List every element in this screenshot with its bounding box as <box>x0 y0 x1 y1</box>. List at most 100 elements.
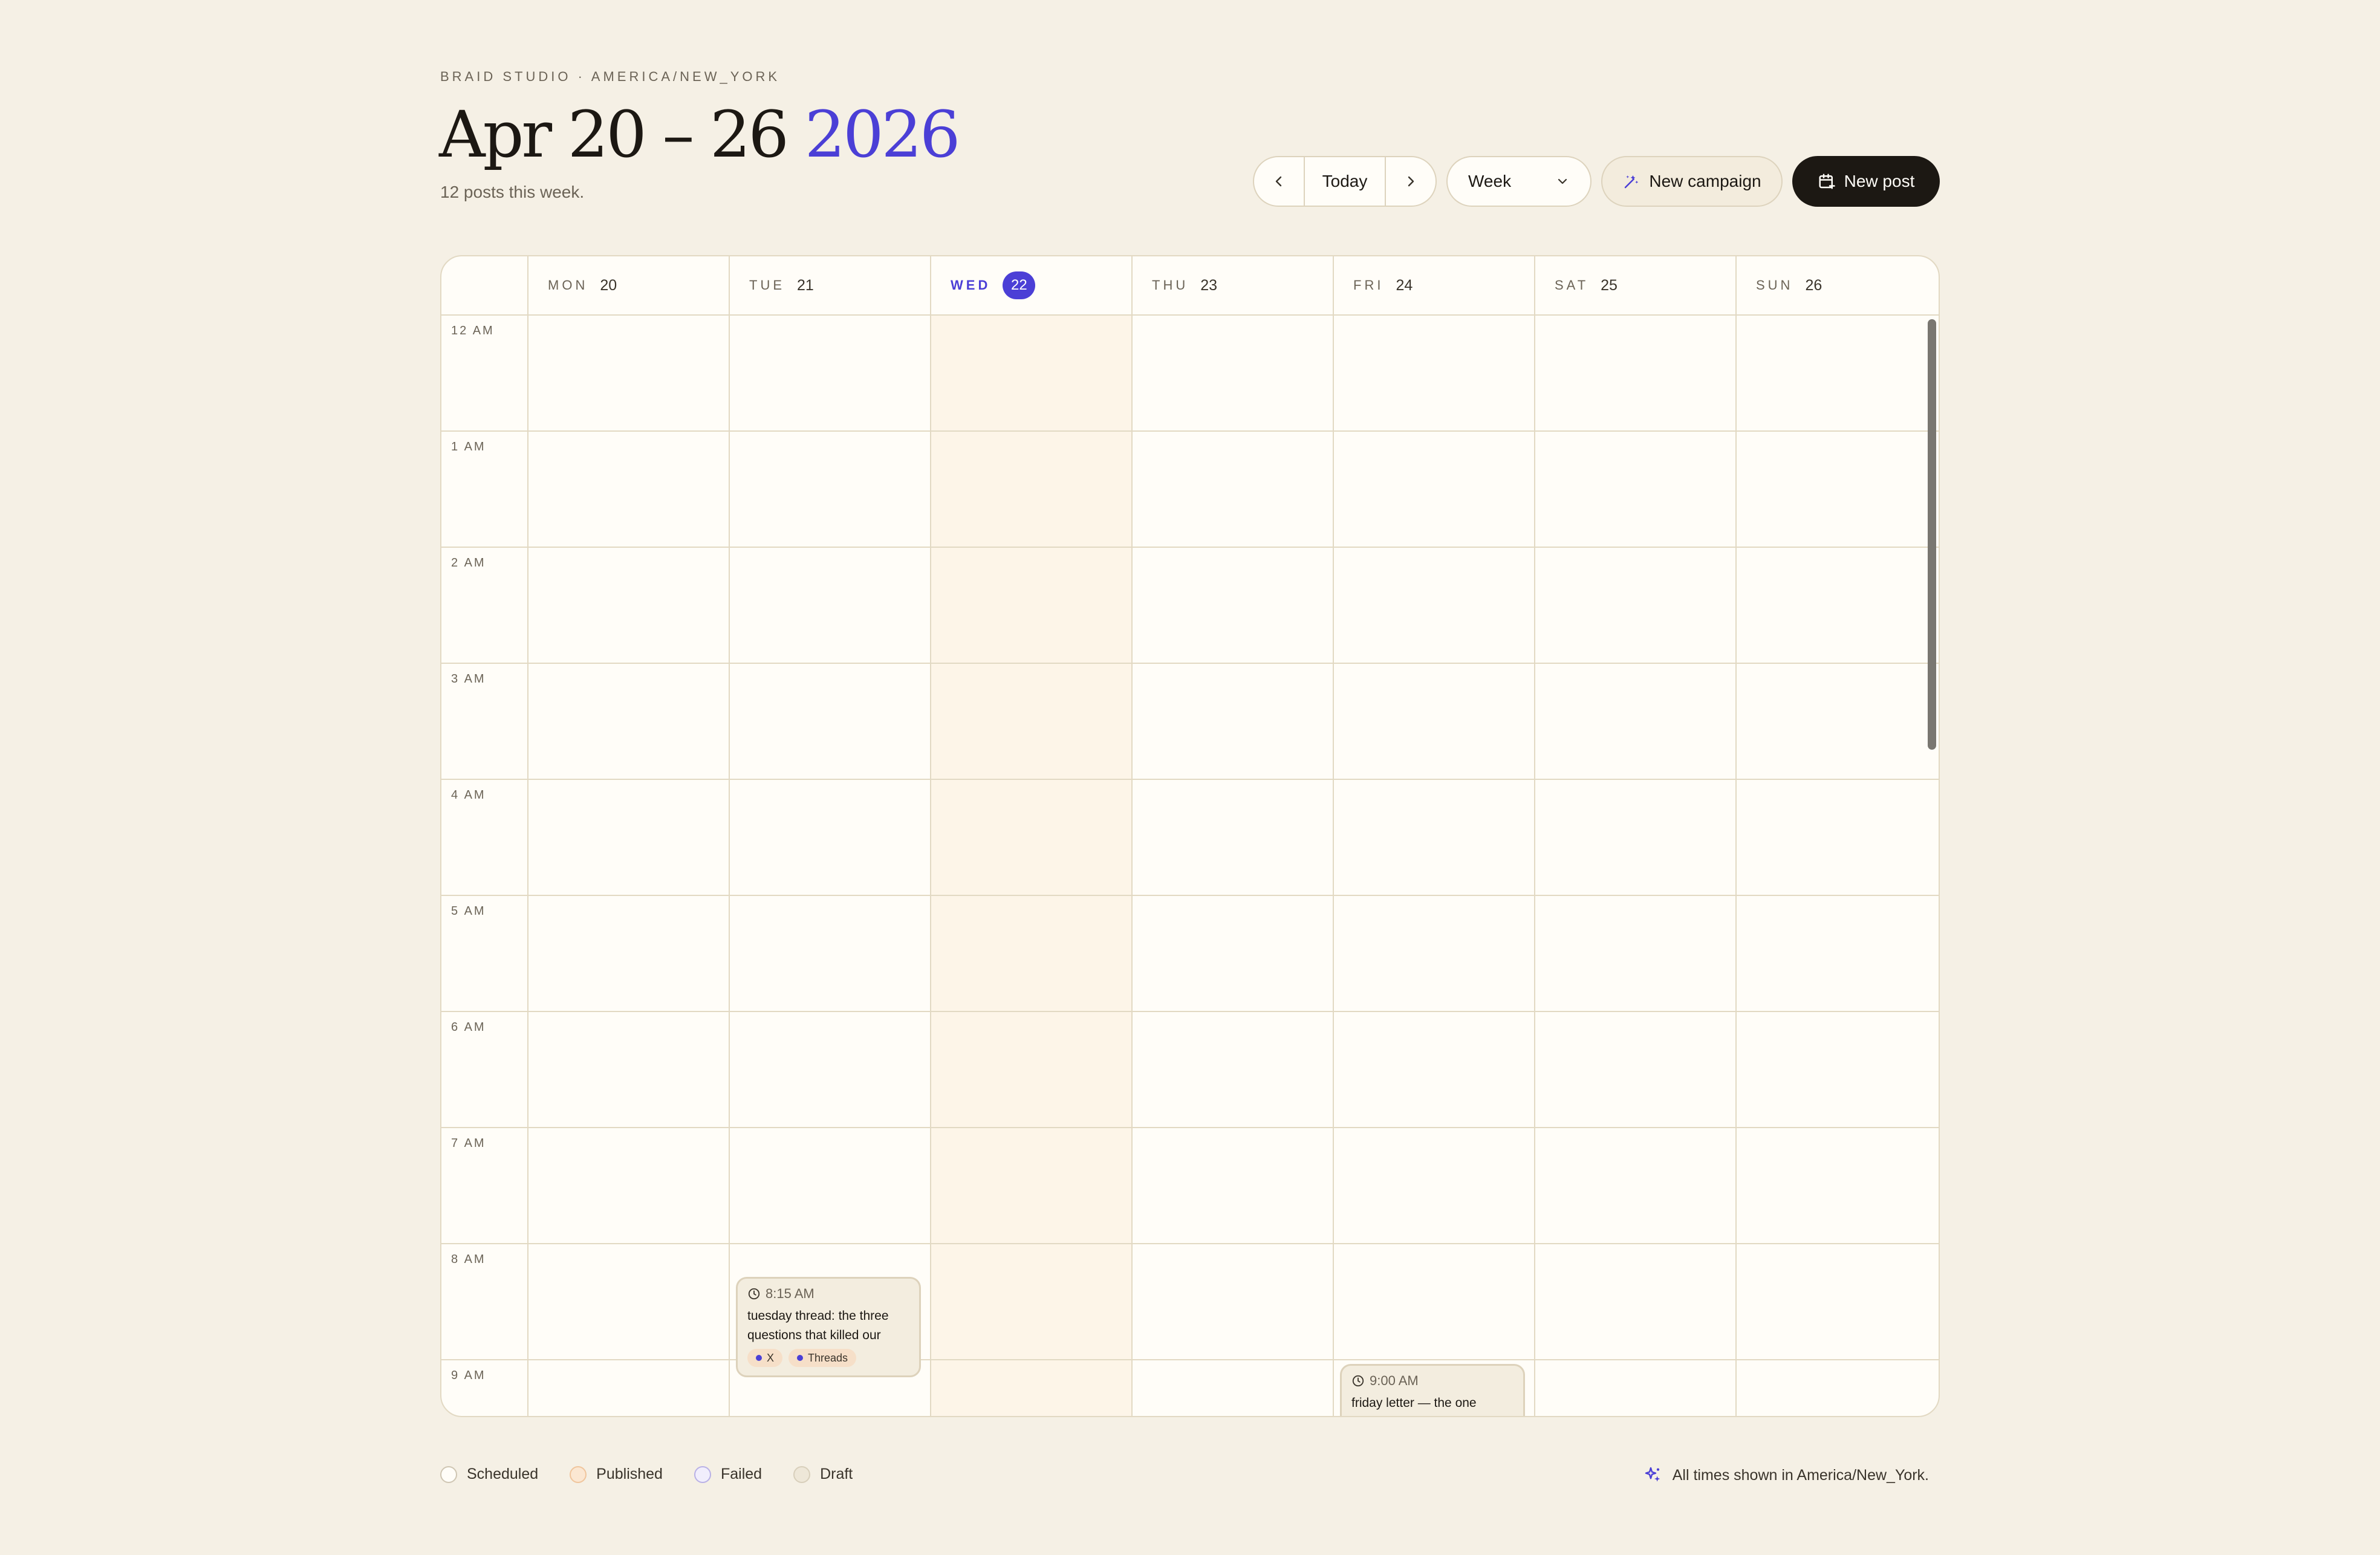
channel-chip: Threads <box>788 1349 857 1367</box>
hour-label: 12 AM <box>451 324 495 337</box>
day-header-sun[interactable]: SUN 26 <box>1735 256 1937 314</box>
legend-item-scheduled: Scheduled <box>440 1466 538 1483</box>
next-week-button[interactable] <box>1386 157 1435 206</box>
week-calendar: MON 20 TUE 21 WED 22 THU 23 FRI 24 SAT 25 SUN 26 12 A… <box>440 255 1940 1417</box>
new-post-button[interactable]: New post <box>1792 156 1940 207</box>
hour-label: 7 AM <box>451 1137 486 1150</box>
prev-week-button[interactable] <box>1254 157 1304 206</box>
calendar-plus-icon <box>1819 174 1835 189</box>
calendar-scrollbar[interactable] <box>1928 319 1936 750</box>
hour-label: 3 AM <box>451 672 486 686</box>
view-select-value: Week <box>1468 172 1512 190</box>
column-divider <box>1735 316 1737 1416</box>
hour-divider <box>441 1011 1939 1012</box>
channel-dot-icon <box>797 1355 804 1361</box>
new-campaign-button[interactable]: New campaign <box>1601 156 1783 207</box>
day-name: MON <box>548 278 588 293</box>
hour-divider <box>441 1243 1939 1244</box>
clock-icon <box>1352 1375 1364 1387</box>
hour-label: 4 AM <box>451 788 486 802</box>
day-number: 23 <box>1200 276 1218 294</box>
legend-label: Scheduled <box>467 1466 539 1482</box>
day-header-tue[interactable]: TUE 21 <box>729 256 930 314</box>
today-button[interactable]: Today <box>1304 157 1386 206</box>
calendar-header: MON 20 TUE 21 WED 22 THU 23 FRI 24 SAT 25 SUN 26 <box>441 256 1939 316</box>
title-year: 2026 <box>804 97 961 172</box>
view-select[interactable]: Week <box>1446 156 1592 207</box>
new-campaign-label: New campaign <box>1649 172 1761 190</box>
post-time: 9:00 AM <box>1351 1373 1514 1389</box>
status-legend: Scheduled Published Failed Draft <box>440 1466 853 1483</box>
day-name: SAT <box>1555 278 1589 293</box>
post-time: 8:15 AM <box>747 1286 909 1302</box>
timezone-footnote: All times shown in America/New_York. <box>1644 1466 1929 1485</box>
clock-icon <box>748 1288 760 1300</box>
channel-label: Threads <box>808 1351 848 1364</box>
channel-chips: X Threads <box>747 1349 909 1367</box>
post-text: tuesday thread: the three questions that… <box>747 1309 889 1342</box>
legend-swatch-icon <box>440 1466 457 1483</box>
day-header-fri[interactable]: FRI 24 <box>1333 256 1534 314</box>
chevron-right-icon <box>1408 176 1414 187</box>
column-divider <box>1333 316 1334 1416</box>
day-name: THU <box>1152 278 1189 293</box>
day-number: 25 <box>1601 276 1618 294</box>
hour-label: 2 AM <box>451 556 486 570</box>
day-header-thu[interactable]: THU 23 <box>1131 256 1333 314</box>
legend-item-published: Published <box>570 1466 663 1483</box>
date-navigation: Today <box>1253 156 1437 207</box>
hour-label: 8 AM <box>451 1253 486 1266</box>
day-header-mon[interactable]: MON 20 <box>527 256 729 314</box>
legend-swatch-icon <box>694 1466 711 1483</box>
hour-divider <box>441 547 1939 548</box>
column-divider <box>930 316 931 1416</box>
channel-dot-icon <box>756 1355 762 1361</box>
new-post-label: New post <box>1844 172 1915 190</box>
hour-divider <box>441 663 1939 664</box>
legend-swatch-icon <box>570 1466 587 1483</box>
hour-label: 6 AM <box>451 1021 486 1034</box>
day-header-wed[interactable]: WED 22 <box>930 256 1131 314</box>
legend-item-failed: Failed <box>694 1466 762 1483</box>
chevron-down-icon <box>1558 178 1567 184</box>
legend-label: Failed <box>720 1466 762 1482</box>
post-text: friday letter — the one <box>1351 1396 1477 1410</box>
column-divider <box>1534 316 1535 1416</box>
day-number: 24 <box>1396 276 1413 294</box>
calendar-grid[interactable]: 12 AM 1 AM 2 AM 3 AM 4 AM 5 AM 6 AM 7 AM 8 AM 9 A… <box>441 316 1939 1416</box>
column-divider <box>527 316 528 1416</box>
page-title: Apr 20 – 26 2026 <box>439 96 961 174</box>
day-header-sat[interactable]: SAT 25 <box>1534 256 1735 314</box>
chevron-left-icon <box>1275 176 1282 187</box>
day-name: FRI <box>1353 278 1384 293</box>
day-number: 20 <box>600 276 617 294</box>
today-column-highlight <box>930 316 1131 1416</box>
day-number: 26 <box>1805 276 1822 294</box>
column-divider <box>729 316 730 1416</box>
legend-item-draft: Draft <box>793 1466 853 1483</box>
channel-chip: X <box>747 1349 783 1367</box>
legend-swatch-icon <box>793 1466 811 1483</box>
today-date-badge: 22 <box>1003 271 1036 299</box>
post-time-text: 9:00 AM <box>1370 1373 1419 1388</box>
post-card[interactable]: 9:00 AM friday letter — the one <box>1340 1364 1525 1416</box>
sparkle-icon <box>1645 1467 1660 1482</box>
channel-label: X <box>767 1351 775 1364</box>
hour-label: 5 AM <box>451 904 486 918</box>
timezone-footnote-text: All times shown in America/New_York. <box>1672 1466 1929 1484</box>
org-line: BRAID STUDIO · AMERICA/NEW_YORK <box>440 69 781 84</box>
hour-divider <box>441 1127 1939 1128</box>
post-card[interactable]: 8:15 AM tuesday thread: the three questio… <box>736 1277 921 1377</box>
day-number: 21 <box>797 276 814 294</box>
hour-label: 9 AM <box>451 1369 486 1382</box>
legend-label: Published <box>596 1466 663 1482</box>
hour-divider <box>441 895 1939 896</box>
hour-divider <box>441 779 1939 780</box>
column-divider <box>1131 316 1133 1416</box>
hour-divider <box>441 430 1939 432</box>
magic-wand-icon <box>1625 175 1639 189</box>
hour-label: 1 AM <box>451 440 486 453</box>
legend-label: Draft <box>820 1466 853 1482</box>
day-name: TUE <box>749 278 785 293</box>
title-range: Apr 20 – 26 <box>439 97 789 172</box>
